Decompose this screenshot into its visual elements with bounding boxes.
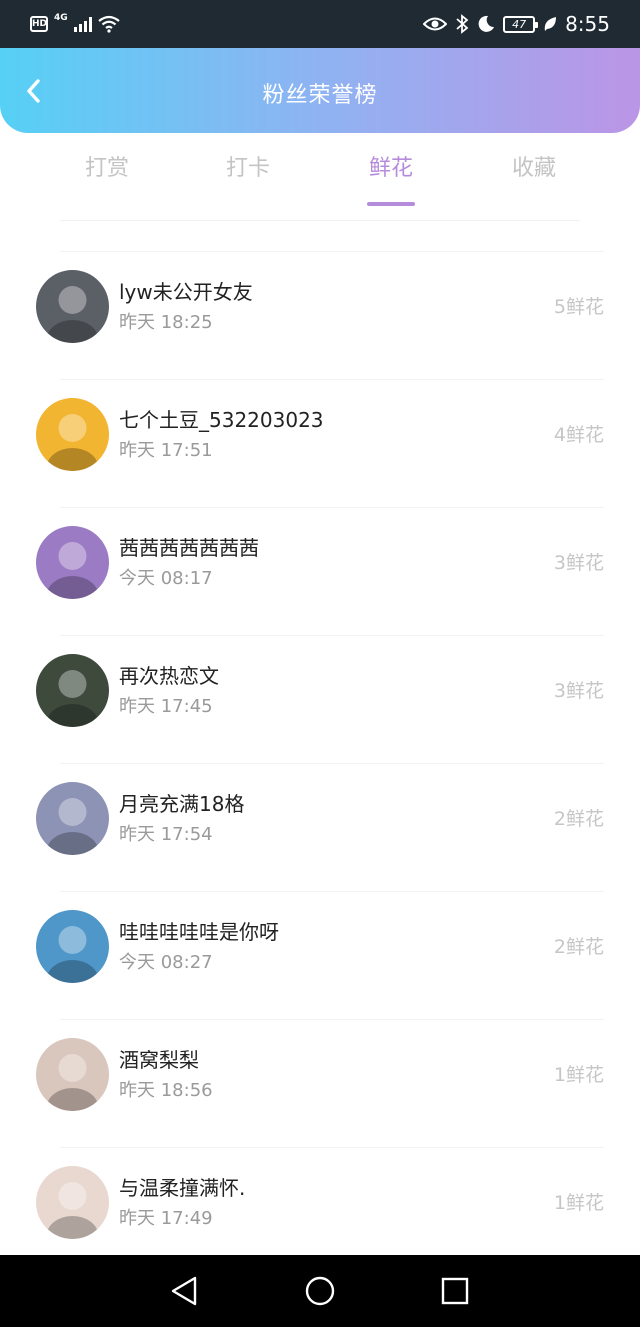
flower-count: 2鲜花 — [553, 936, 604, 958]
flower-count: 2鲜花 — [553, 808, 604, 830]
header-bar: 粉丝荣誉榜 — [0, 48, 640, 133]
hd-badge: HD — [30, 16, 48, 32]
recents-square-icon — [441, 1277, 469, 1305]
page-title: 粉丝荣誉榜 — [262, 83, 378, 108]
tab-checkin[interactable]: 打卡 — [208, 154, 288, 184]
fan-row[interactable]: 七个土豆_532203023 昨天 17:51 4鲜花 — [0, 371, 640, 499]
flower-count: 1鲜花 — [553, 1192, 604, 1214]
leaf-icon — [544, 17, 557, 31]
row-divider — [60, 379, 604, 380]
back-triangle-icon — [171, 1276, 197, 1306]
divider — [60, 220, 580, 221]
fan-name: 哇哇哇哇哇是你呀 — [119, 920, 279, 944]
signal-icon — [73, 16, 92, 32]
avatar[interactable] — [36, 1166, 109, 1239]
flower-count: 5鲜花 — [553, 296, 604, 318]
fan-row[interactable]: 与温柔撞满怀. 昨天 17:49 1鲜花 — [0, 1139, 640, 1267]
status-bar: HD 4G 47 8:55 — [0, 0, 640, 48]
fan-row[interactable]: 茜茜茜茜茜茜茜 今天 08:17 3鲜花 — [0, 499, 640, 627]
row-divider — [60, 251, 604, 252]
wifi-icon — [97, 15, 120, 33]
tab-reward[interactable]: 打赏 — [67, 154, 147, 184]
row-divider — [60, 507, 604, 508]
fan-time: 昨天 17:51 — [119, 440, 213, 461]
home-circle-icon — [305, 1276, 335, 1306]
battery-icon: 47 — [503, 15, 539, 33]
flower-count: 1鲜花 — [553, 1064, 604, 1086]
network-type: 4G — [54, 13, 68, 23]
fan-name: 与温柔撞满怀. — [119, 1176, 246, 1200]
tab-flowers[interactable]: 鲜花 — [351, 154, 431, 206]
fan-time: 今天 08:27 — [119, 952, 213, 973]
avatar[interactable] — [36, 526, 109, 599]
avatar[interactable] — [36, 910, 109, 983]
fan-name: 再次热恋文 — [119, 664, 219, 688]
avatar[interactable] — [36, 270, 109, 343]
fan-name: 月亮充满18格 — [119, 792, 245, 816]
nav-home-button[interactable] — [302, 1273, 338, 1309]
fan-time: 今天 08:17 — [119, 568, 213, 589]
fan-time: 昨天 18:56 — [119, 1080, 213, 1101]
tab-active-indicator — [367, 202, 415, 206]
moon-icon — [478, 15, 495, 32]
status-right: 47 8:55 — [423, 11, 610, 37]
fan-row[interactable]: 再次热恋文昨天 17:45 3鲜花 — [0, 627, 640, 755]
fan-row[interactable]: 酒窝梨梨昨天 18:56 1鲜花 — [0, 1011, 640, 1139]
flower-count: 3鲜花 — [553, 552, 604, 574]
system-nav-bar — [0, 1255, 640, 1327]
row-divider — [60, 763, 604, 764]
flower-count: 4鲜花 — [553, 424, 604, 446]
fan-name: 酒窝梨梨 — [119, 1048, 199, 1072]
avatar[interactable] — [36, 654, 109, 727]
tab-flowers-label: 鲜花 — [368, 156, 413, 181]
avatar[interactable] — [36, 398, 109, 471]
fan-name: 茜茜茜茜茜茜茜 — [119, 536, 259, 560]
row-divider — [60, 1019, 604, 1020]
row-divider — [60, 891, 604, 892]
fan-row[interactable]: 月亮充满18格 昨天 17:54 2鲜花 — [0, 755, 640, 883]
row-divider — [60, 635, 604, 636]
fan-list: lyw未公开女友 昨天 18:25 5鲜花七个土豆_532203023 昨天 17:5… — [0, 243, 640, 1267]
fan-row[interactable]: 哇哇哇哇哇是你呀 今天 08:27 2鲜花 — [0, 883, 640, 1011]
tab-favorites[interactable]: 收藏 — [494, 154, 574, 184]
bluetooth-icon — [456, 14, 469, 34]
tab-bar: 打赏 打卡 鲜花 收藏 — [0, 146, 640, 206]
fan-time: 昨天 17:49 — [119, 1208, 213, 1229]
row-divider — [60, 1147, 604, 1148]
fan-name: lyw未公开女友 — [119, 280, 253, 304]
nav-back-button[interactable] — [166, 1273, 202, 1309]
fan-row[interactable]: lyw未公开女友 昨天 18:25 5鲜花 — [0, 243, 640, 371]
nav-recents-button[interactable] — [437, 1273, 473, 1309]
fan-name: 七个土豆_532203023 — [119, 408, 324, 432]
status-left: HD 4G — [30, 13, 120, 35]
flower-count: 3鲜花 — [553, 680, 604, 702]
avatar[interactable] — [36, 1038, 109, 1111]
fan-time: 昨天 17:45 — [119, 696, 213, 717]
fan-time: 昨天 17:54 — [119, 824, 213, 845]
fan-time: 昨天 18:25 — [119, 312, 213, 333]
status-time: 8:55 — [565, 12, 610, 36]
eye-icon — [423, 17, 448, 31]
avatar[interactable] — [36, 782, 109, 855]
